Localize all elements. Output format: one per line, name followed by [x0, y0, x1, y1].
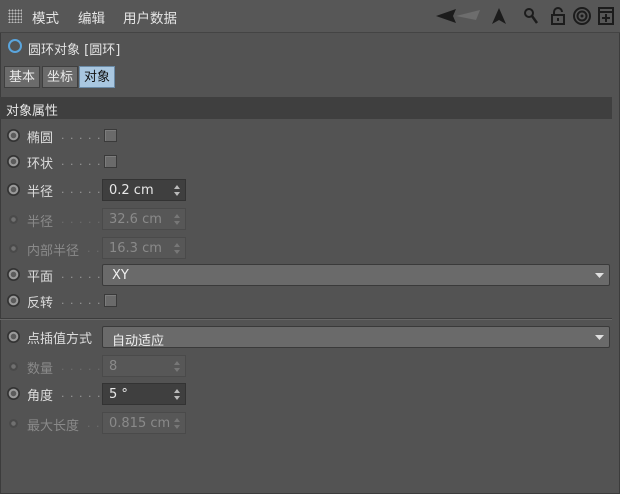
- plane-anim-radio[interactable]: [7, 268, 20, 281]
- radius2-spinner-icon: [174, 214, 180, 225]
- radius2-field: 32.6 cm: [102, 208, 186, 230]
- section-title: 对象属性: [6, 104, 59, 119]
- plane-dots: . . . . .: [61, 268, 102, 281]
- menu-mode[interactable]: 模式: [32, 7, 59, 27]
- ring-label: 环状: [27, 157, 54, 172]
- count-anim-radio: [9, 362, 18, 371]
- count-dots: . . . . .: [61, 360, 102, 373]
- max-length-value: 0.815 cm: [109, 416, 171, 431]
- inner-radius-spinner-icon: [174, 243, 180, 254]
- inner-radius-field: 16.3 cm: [102, 237, 186, 259]
- angle-label: 角度: [27, 389, 54, 404]
- angle-field[interactable]: 5 °: [102, 383, 186, 405]
- count-spinner-icon: [174, 361, 180, 372]
- count-value: 8: [109, 359, 118, 374]
- inner-radius-dots: . .: [87, 242, 101, 255]
- plane-dropdown[interactable]: XY: [102, 264, 610, 286]
- ellipse-anim-radio[interactable]: [7, 129, 20, 142]
- plane-chevron-down-icon: [595, 273, 604, 278]
- count-label: 数量: [27, 362, 54, 377]
- ellipse-checkbox[interactable]: [104, 129, 117, 142]
- menu-bar: 模式 编辑 用户数据: [0, 0, 620, 33]
- circle-object-icon: [8, 39, 22, 53]
- menu-user-data[interactable]: 用户数据: [123, 7, 177, 27]
- ring-dots: . . . . .: [61, 155, 102, 168]
- angle-dots: . . . . .: [61, 387, 102, 400]
- max-length-field: 0.815 cm: [102, 412, 186, 434]
- ring-anim-radio[interactable]: [7, 155, 20, 168]
- radius-spinner-icon[interactable]: [174, 185, 180, 196]
- radius-anim-radio[interactable]: [7, 183, 20, 196]
- radius2-dots: . . . . .: [61, 213, 102, 226]
- max-length-spinner-icon: [174, 418, 180, 429]
- tab-coord[interactable]: 坐标: [42, 66, 79, 88]
- menu-edit[interactable]: 编辑: [78, 7, 105, 27]
- max-length-dots: . .: [87, 417, 101, 430]
- lock-icon[interactable]: [549, 6, 567, 26]
- reverse-anim-radio[interactable]: [7, 294, 20, 307]
- tab-basic[interactable]: 基本: [4, 66, 41, 88]
- section-header: 对象属性: [0, 97, 612, 119]
- angle-value: 5 °: [109, 387, 128, 402]
- inner-radius-value: 16.3 cm: [109, 241, 162, 256]
- reverse-checkbox[interactable]: [104, 294, 117, 307]
- plane-value: XY: [112, 268, 129, 283]
- pointer-up-icon[interactable]: [491, 6, 507, 26]
- ring-checkbox[interactable]: [104, 155, 117, 168]
- interpolation-value: 自动适应: [112, 334, 165, 349]
- section-divider: [0, 318, 612, 320]
- radius2-value: 32.6 cm: [109, 212, 162, 227]
- count-field: 8: [102, 355, 186, 377]
- radius2-label: 半径: [27, 215, 54, 230]
- radius-value: 0.2 cm: [109, 183, 154, 198]
- radius-field[interactable]: 0.2 cm: [102, 179, 186, 201]
- radius2-anim-radio: [9, 215, 18, 224]
- ellipse-label: 椭圆: [27, 131, 54, 146]
- plane-label: 平面: [27, 270, 54, 285]
- reverse-label: 反转: [27, 296, 54, 311]
- target-icon[interactable]: [572, 6, 592, 26]
- object-title: 圆环对象 [圆环]: [28, 43, 121, 58]
- search-icon[interactable]: [523, 6, 539, 26]
- tab-object[interactable]: 对象: [79, 66, 116, 88]
- interpolation-chevron-down-icon: [595, 335, 604, 340]
- interpolation-label: 点插值方式: [27, 332, 93, 347]
- inner-radius-label: 内部半径: [27, 244, 80, 259]
- reverse-dots: . . . . .: [61, 294, 102, 307]
- interpolation-dropdown[interactable]: 自动适应: [102, 326, 610, 349]
- new-panel-icon[interactable]: [597, 6, 615, 26]
- inner-radius-anim-radio: [9, 244, 18, 253]
- ellipse-dots: . . . . .: [61, 129, 102, 142]
- max-length-label: 最大长度: [27, 419, 80, 434]
- drag-grip-icon[interactable]: [8, 9, 22, 23]
- radius-label: 半径: [27, 185, 54, 200]
- radius-dots: . . . . .: [61, 183, 102, 196]
- back-arrow-icon[interactable]: [436, 6, 482, 26]
- angle-anim-radio[interactable]: [7, 387, 20, 400]
- angle-spinner-icon[interactable]: [174, 389, 180, 400]
- interpolation-anim-radio[interactable]: [7, 330, 20, 343]
- max-length-anim-radio: [9, 419, 18, 428]
